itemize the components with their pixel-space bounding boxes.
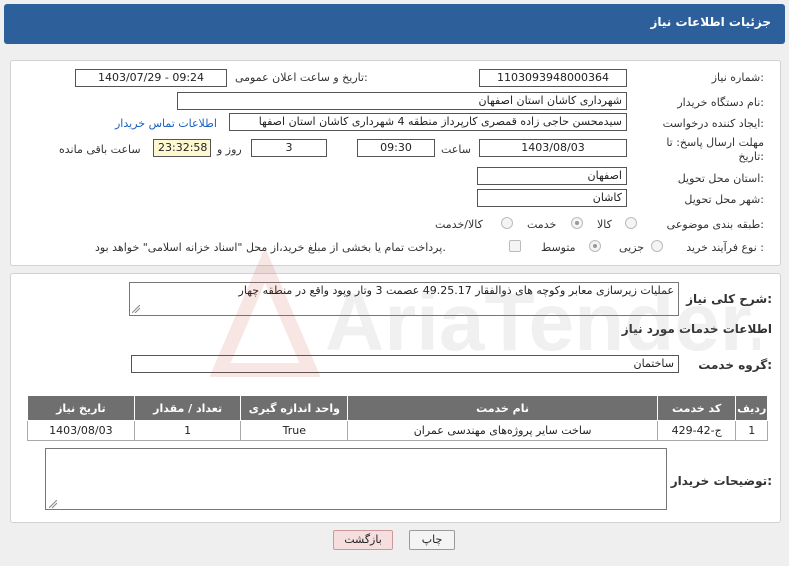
remaining-time-field: 23:32:58 (153, 139, 211, 157)
resize-grip-icon[interactable] (49, 500, 57, 508)
remaining-time-label: ساعت باقی مانده (59, 143, 141, 156)
process-minor-radio[interactable] (651, 240, 663, 252)
print-button[interactable]: چاپ (409, 530, 455, 550)
category-goods-service-radio[interactable] (501, 217, 513, 229)
col-service-name: نام خدمت (347, 395, 658, 421)
summary-field: عملیات زیرسازی معابر وکوچه های ذوالفقار … (129, 282, 679, 316)
page-header: جزئیات اطلاعات نیاز (4, 4, 785, 44)
services-table: ردیف کد خدمت نام خدمت واحد اندازه گیری ت… (27, 395, 768, 441)
need-number-field: 1103093948000364 (479, 69, 627, 87)
service-group-label: گروه خدمت: (698, 358, 772, 372)
deadline-label-2: تاریخ: (738, 150, 764, 163)
process-medium-label: متوسط (541, 241, 576, 254)
city-label: شهر محل تحویل: (684, 193, 764, 206)
col-quantity: تعداد / مقدار (133, 395, 242, 421)
cell-quantity: 1 (133, 420, 242, 441)
col-service-code: کد خدمت (656, 395, 737, 421)
process-medium-radio[interactable] (589, 240, 601, 252)
deadline-date-field: 1403/08/03 (479, 139, 627, 157)
page-title: جزئیات اطلاعات نیاز (650, 15, 771, 29)
category-goods-service-label: کالا/خدمت (435, 218, 483, 231)
need-number-label: شماره نیاز: (711, 71, 764, 84)
days-remaining-field: 3 (251, 139, 327, 157)
buyer-org-label: نام دستگاه خریدار: (677, 96, 764, 109)
summary-text: عملیات زیرسازی معابر وکوچه های ذوالفقار … (238, 284, 674, 297)
deadline-time-label: ساعت (441, 143, 471, 156)
buyer-notes-label: توضیحات خریدار: (670, 474, 772, 488)
services-table-header: ردیف کد خدمت نام خدمت واحد اندازه گیری ت… (27, 395, 768, 421)
days-label: روز و (217, 143, 242, 156)
col-row-number: ردیف (735, 395, 768, 421)
category-service-radio[interactable] (571, 217, 583, 229)
summary-label: شرح کلی نیاز: (686, 292, 772, 306)
cell-need-date: 1403/08/03 (27, 420, 135, 441)
creator-field: سیدمحسن حاجی زاده قمصری کارپرداز منطقه 4… (229, 113, 627, 131)
resize-grip-icon[interactable] (132, 305, 140, 313)
treasury-note: پرداخت تمام یا بخشی از مبلغ خرید،از محل … (95, 241, 446, 254)
deadline-label: مهلت ارسال پاسخ: تا (666, 136, 764, 149)
need-info-panel: شماره نیاز: 1103093948000364 تاریخ و ساع… (10, 60, 781, 266)
buyer-notes-field[interactable] (45, 448, 667, 510)
province-field: اصفهان (477, 167, 627, 185)
category-goods-label: کالا (597, 218, 612, 231)
city-field: کاشان (477, 189, 627, 207)
process-label: نوع فرآیند خرید : (686, 241, 764, 254)
cell-service-name: ساخت سایر پروژه‌های مهندسی عمران (347, 420, 658, 441)
announce-date-label: تاریخ و ساعت اعلان عمومی: (235, 71, 368, 84)
need-details-panel: شرح کلی نیاز: عملیات زیرسازی معابر وکوچه… (10, 273, 781, 523)
category-label: طبقه بندی موضوعی: (666, 218, 764, 231)
buyer-contact-link[interactable]: اطلاعات تماس خریدار (115, 117, 217, 130)
back-button[interactable]: بازگشت (333, 530, 393, 550)
creator-label: ایجاد کننده درخواست: (662, 117, 764, 130)
process-minor-label: جزیی (619, 241, 645, 254)
province-label: استان محل تحویل: (677, 172, 764, 185)
cell-row-number: 1 (735, 420, 768, 441)
treasury-checkbox[interactable] (509, 240, 521, 252)
col-need-date: تاریخ نیاز (27, 395, 135, 421)
col-unit: واحد اندازه گیری (240, 395, 349, 421)
deadline-time-field: 09:30 (357, 139, 435, 157)
service-group-field: ساختمان (131, 355, 679, 373)
cell-unit: True (240, 420, 349, 441)
cell-service-code: ج-42-429 (656, 420, 737, 441)
table-row: 1 ج-42-429 ساخت سایر پروژه‌های مهندسی عم… (27, 420, 768, 441)
services-section-title: اطلاعات خدمات مورد نیاز (621, 322, 772, 336)
buyer-org-field: شهرداری کاشان استان اصفهان (177, 92, 627, 110)
announce-date-field: 1403/07/29 - 09:24 (75, 69, 227, 87)
category-service-label: خدمت (527, 218, 557, 231)
category-goods-radio[interactable] (625, 217, 637, 229)
